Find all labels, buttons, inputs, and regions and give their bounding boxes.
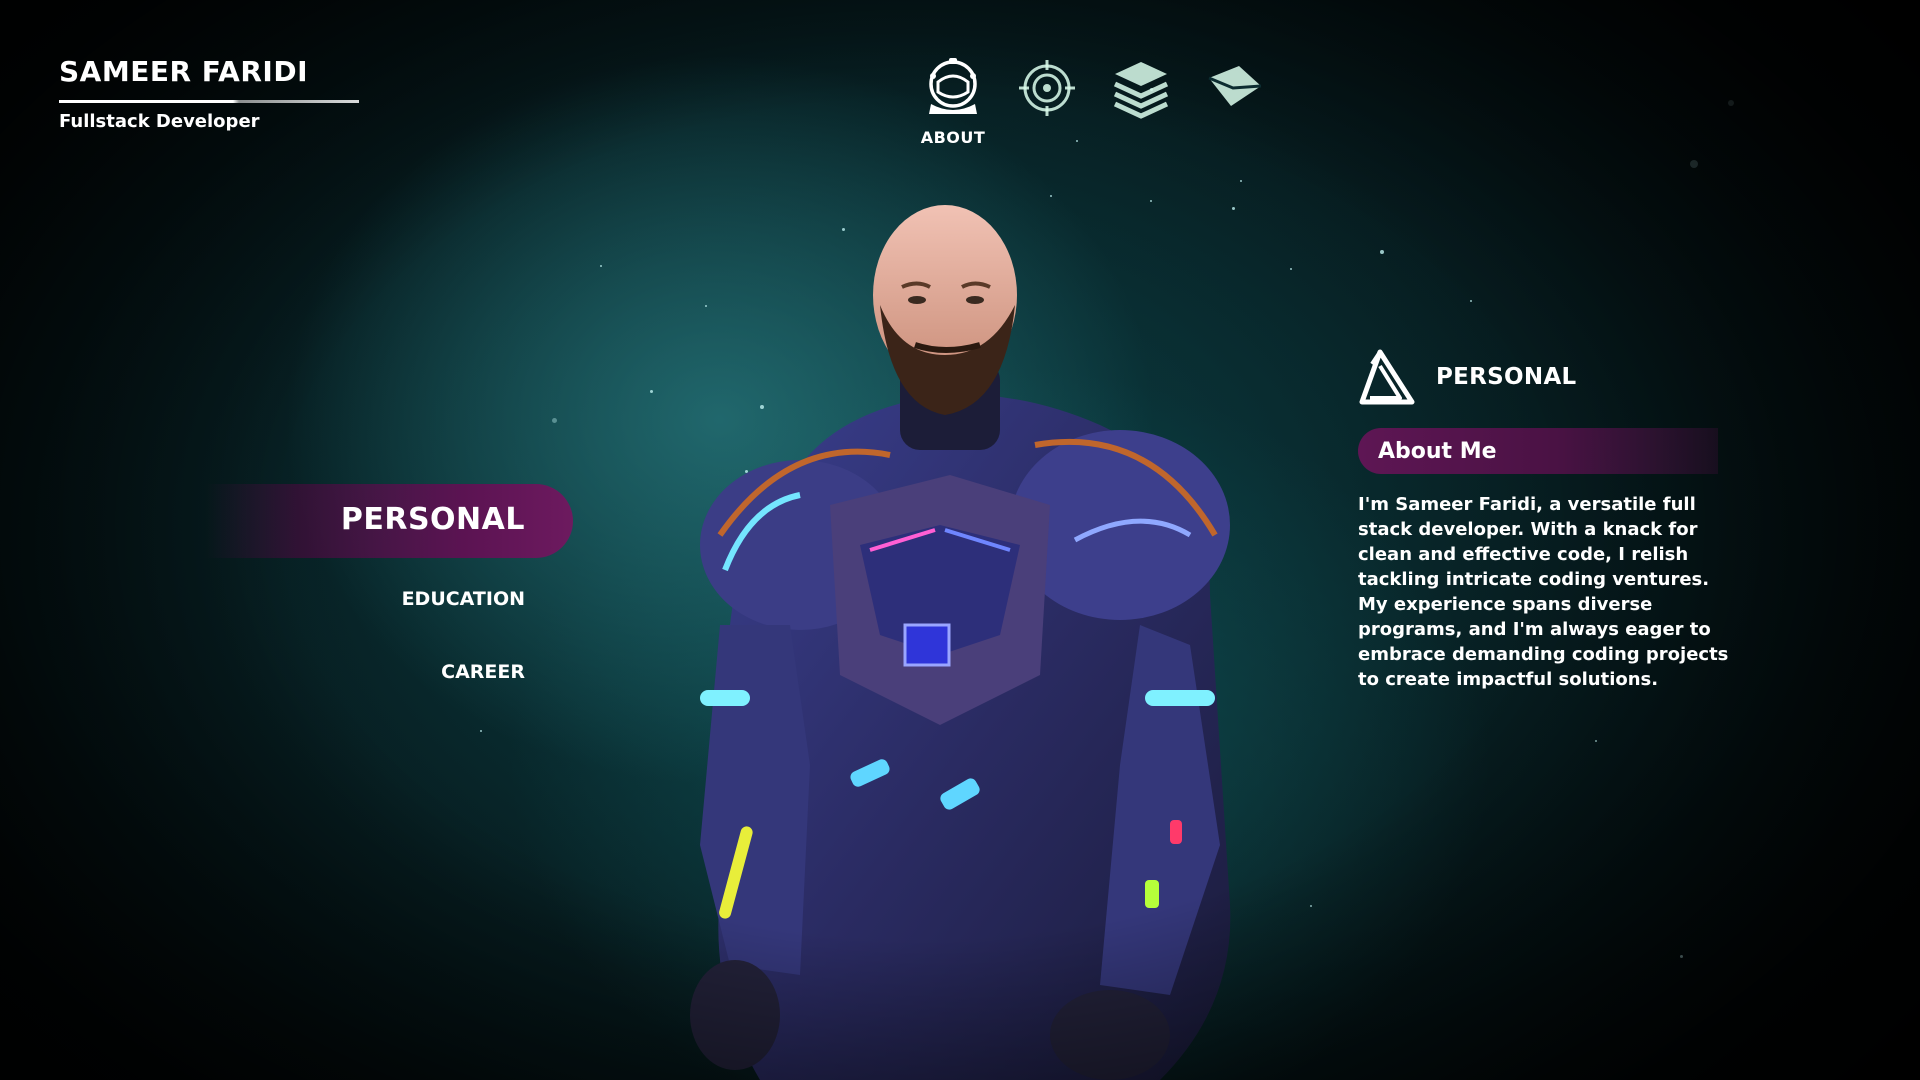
envelope-icon	[1208, 66, 1262, 106]
section-career[interactable]: CAREER	[205, 661, 573, 683]
section-personal-active[interactable]: PERSONAL	[205, 484, 573, 558]
nav-projects[interactable]	[1106, 56, 1176, 147]
penrose-triangle-icon	[1359, 349, 1415, 405]
top-navigation: ABOUT	[918, 56, 1270, 147]
section-menu: PERSONAL EDUCATION CAREER	[205, 484, 573, 683]
layers-stack-icon	[1113, 62, 1169, 119]
panel-header: PERSONAL	[1358, 348, 1738, 406]
about-me-banner: About Me	[1358, 428, 1718, 474]
brand-divider	[59, 100, 359, 103]
section-personal-label: PERSONAL	[340, 502, 525, 537]
section-education[interactable]: EDUCATION	[205, 588, 573, 610]
nav-about-label: ABOUT	[920, 128, 986, 147]
about-me-heading: About Me	[1378, 438, 1497, 464]
about-me-text: I'm Sameer Faridi, a versatile full stac…	[1358, 494, 1729, 690]
target-crosshair-icon	[1019, 60, 1075, 116]
brand-block: SAMEER FARIDI Fullstack Developer	[59, 58, 359, 132]
brand-name: SAMEER FARIDI	[59, 55, 308, 88]
brand-subtitle: Fullstack Developer	[59, 111, 260, 132]
nav-skills[interactable]	[1012, 56, 1082, 147]
astronaut-helmet-icon	[929, 58, 977, 114]
panel-title: PERSONAL	[1436, 364, 1577, 390]
nav-about[interactable]: ABOUT	[918, 56, 988, 147]
info-panel: PERSONAL About Me I'm Sameer Faridi, a v…	[1358, 348, 1738, 692]
nav-contact[interactable]	[1200, 56, 1270, 147]
character-illustration	[690, 205, 1231, 1080]
